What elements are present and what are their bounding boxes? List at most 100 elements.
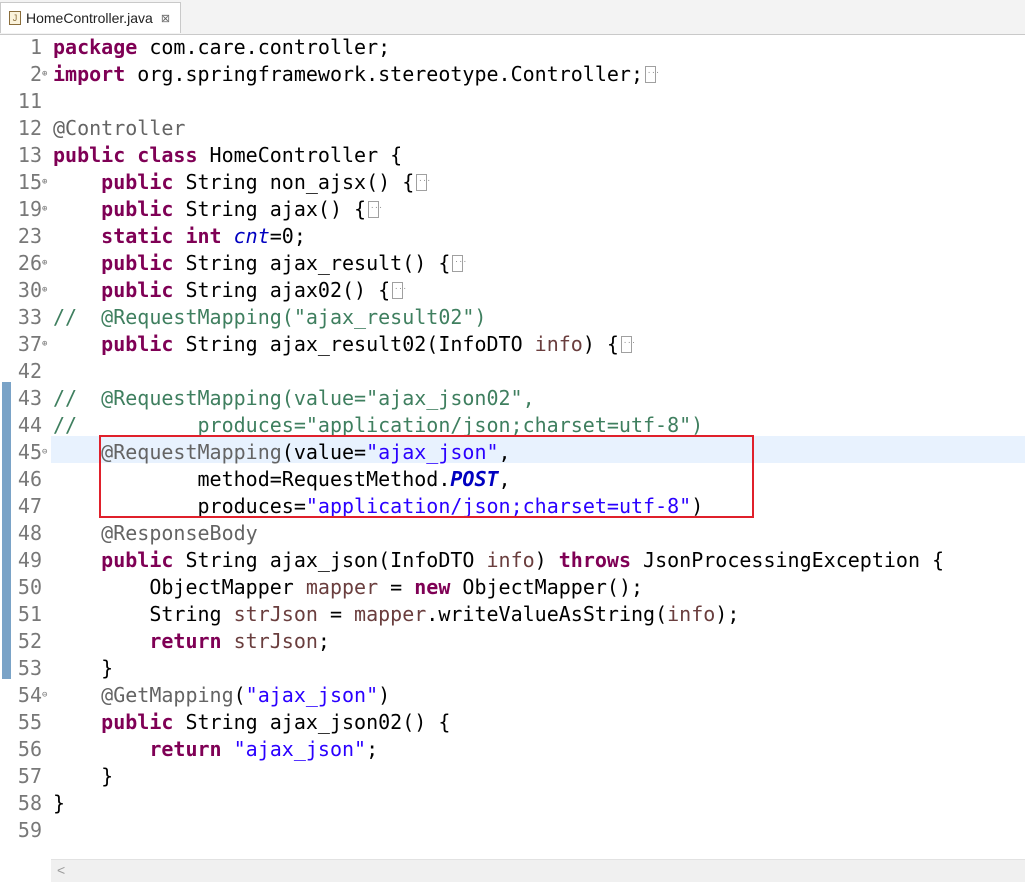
line-number: 53	[17, 656, 42, 680]
line-number: 57	[17, 764, 42, 788]
code-text: }	[53, 656, 114, 680]
code-line[interactable]: 42	[0, 358, 1025, 385]
expand-fold-icon[interactable]: ⊕	[42, 169, 52, 196]
code-line[interactable]: 11	[0, 88, 1025, 115]
code-text: import org.springframework.stereotype.Co…	[53, 58, 660, 88]
line-number: 12	[17, 116, 42, 140]
line-number: 59	[17, 818, 42, 842]
code-line[interactable]: 43 // @RequestMapping(value="ajax_json02"…	[0, 385, 1025, 412]
folded-code-icon[interactable]	[416, 166, 431, 193]
line-number: 49	[17, 548, 42, 572]
line-number: 43	[17, 386, 42, 410]
code-text: public String non_ajsx() {	[53, 166, 431, 196]
line-number: 2	[29, 62, 42, 86]
code-line[interactable]: 37 ⊕ public String ajax_result02(InfoDTO …	[0, 328, 1025, 358]
editor-tab-bar: J HomeController.java ⊠	[0, 0, 1025, 35]
code-line[interactable]: 50 ObjectMapper mapper = new ObjectMappe…	[0, 574, 1025, 601]
code-line[interactable]: 57 }	[0, 763, 1025, 790]
code-text: // @RequestMapping(value="ajax_json02",	[53, 386, 535, 410]
code-text: public String ajax_json(InfoDTO info) th…	[101, 548, 945, 572]
code-text: return strJson;	[149, 629, 330, 653]
code-line[interactable]: 26 ⊕ public String ajax_result() {	[0, 247, 1025, 277]
line-number: 56	[17, 737, 42, 761]
expand-fold-icon[interactable]: ⊕	[42, 331, 52, 358]
line-number: 50	[17, 575, 42, 599]
code-text: }	[53, 764, 114, 788]
code-line[interactable]: 52 return strJson;	[0, 628, 1025, 655]
line-number: 54	[17, 683, 42, 707]
code-text: static int cnt=0;	[101, 224, 306, 248]
line-number: 11	[17, 89, 42, 113]
code-text: return "ajax_json";	[149, 737, 379, 761]
tab-title: HomeController.java	[26, 10, 153, 26]
code-line[interactable]: 30 ⊕ public String ajax02() {	[0, 274, 1025, 304]
horizontal-scrollbar[interactable]: <	[51, 859, 1025, 882]
line-number: 13	[17, 143, 42, 167]
code-text: public String ajax_result() {	[53, 247, 467, 277]
code-text: public String ajax_json02() {	[101, 710, 451, 734]
line-number: 1	[29, 35, 42, 59]
line-number: 26	[17, 251, 42, 275]
folded-code-icon[interactable]	[392, 274, 407, 301]
code-text: @GetMapping("ajax_json")	[101, 683, 391, 707]
folded-code-icon[interactable]	[620, 328, 636, 355]
code-line[interactable]: 54 ⊖ @GetMapping("ajax_json")	[0, 682, 1025, 709]
line-number: 30	[17, 278, 42, 302]
line-number: 33	[17, 305, 42, 329]
line-number: 45	[17, 440, 42, 464]
code-text: // @RequestMapping("ajax_result02")	[53, 305, 487, 329]
code-text: public String ajax_result02(InfoDTO info…	[53, 328, 636, 358]
code-line[interactable]: 59	[0, 817, 1025, 844]
code-line[interactable]: 23 static int cnt=0;	[0, 223, 1025, 250]
line-number: 19	[17, 197, 42, 221]
code-line[interactable]: 2 ⊕ import org.springframework.stereotype.…	[0, 58, 1025, 88]
line-number: 46	[17, 467, 42, 491]
code-line[interactable]: 53 }	[0, 655, 1025, 682]
code-line[interactable]: 48 @ResponseBody	[0, 520, 1025, 547]
code-line[interactable]: 19 ⊕ public String ajax() {	[0, 193, 1025, 223]
scroll-left-icon[interactable]: <	[57, 862, 65, 878]
line-number: 37	[17, 332, 42, 356]
line-number: 42	[17, 359, 42, 383]
code-text: package com.care.controller;	[53, 35, 391, 59]
code-line[interactable]: 55 public String ajax_json02() {	[0, 709, 1025, 736]
java-file-icon: J	[9, 11, 21, 25]
line-number: 47	[17, 494, 42, 518]
code-text: @Controller	[53, 116, 186, 140]
code-text: public class HomeController {	[53, 143, 403, 167]
code-line[interactable]: 15 ⊕ public String non_ajsx() {	[0, 166, 1025, 196]
line-number: 52	[17, 629, 42, 653]
collapse-fold-icon[interactable]: ⊖	[42, 682, 52, 709]
close-icon[interactable]: ⊠	[161, 12, 170, 25]
code-line[interactable]: 56 return "ajax_json";	[0, 736, 1025, 763]
collapse-fold-icon[interactable]: ⊖	[42, 439, 52, 466]
expand-fold-icon[interactable]: ⊕	[42, 61, 52, 88]
tab-home-controller[interactable]: J HomeController.java ⊠	[0, 2, 182, 33]
code-line[interactable]: 33 // @RequestMapping("ajax_result02")	[0, 304, 1025, 331]
folded-code-icon[interactable]	[452, 247, 467, 274]
line-number: 51	[17, 602, 42, 626]
expand-fold-icon[interactable]: ⊕	[42, 277, 52, 304]
code-text: ObjectMapper mapper = new ObjectMapper()…	[53, 575, 644, 599]
code-line[interactable]: 51 String strJson = mapper.writeValueAsS…	[0, 601, 1025, 628]
line-number: 44	[17, 413, 42, 437]
line-number: 58	[17, 791, 42, 815]
line-number: 48	[17, 521, 42, 545]
folded-code-icon[interactable]	[368, 193, 383, 220]
highlight-box	[99, 435, 754, 518]
code-line[interactable]: 58}	[0, 790, 1025, 817]
code-text: public String ajax() {	[53, 193, 383, 223]
expand-fold-icon[interactable]: ⊕	[42, 250, 52, 277]
code-text: public String ajax02() {	[53, 274, 407, 304]
code-editor[interactable]: 1 package com.care.controller; 2 ⊕ import or…	[0, 34, 1025, 882]
expand-fold-icon[interactable]: ⊕	[42, 196, 52, 223]
line-number: 15	[17, 170, 42, 194]
code-line[interactable]: 13 public class HomeController {	[0, 142, 1025, 169]
folded-code-icon[interactable]	[645, 58, 660, 85]
line-number: 23	[17, 224, 42, 248]
code-line[interactable]: 12 @Controller	[0, 115, 1025, 142]
code-text: }	[53, 791, 66, 815]
code-line[interactable]: 1 package com.care.controller;	[0, 34, 1025, 61]
line-number: 55	[17, 710, 42, 734]
code-line[interactable]: 49 public String ajax_json(InfoDTO info)…	[0, 547, 1025, 574]
